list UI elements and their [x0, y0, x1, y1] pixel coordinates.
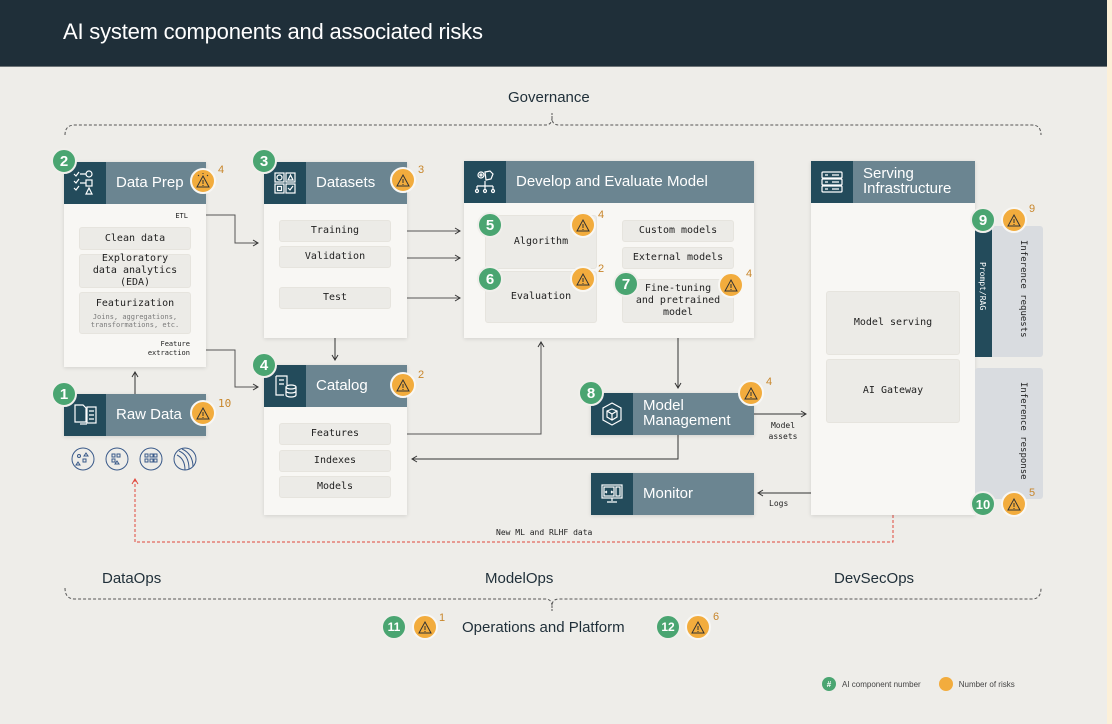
legend-component-icon: #: [822, 677, 836, 691]
inference-response-label: Inference response: [1018, 382, 1028, 480]
model-management-card[interactable]: Model Management: [591, 393, 754, 435]
data-prep-title: Data Prep: [116, 174, 184, 191]
test-item[interactable]: Test: [279, 287, 391, 309]
develop-evaluate-card[interactable]: Develop and Evaluate Model Algorithm Eva…: [464, 161, 754, 338]
feature-extraction-label: Feature extraction: [147, 340, 190, 357]
risk-count: 10: [218, 397, 232, 410]
operations-platform-label: Operations and Platform: [462, 619, 625, 636]
featurization-label: Featurization: [95, 297, 175, 309]
validation-item[interactable]: Validation: [279, 246, 391, 268]
develop-model-icon: [464, 161, 506, 203]
risk-count: 5: [1029, 487, 1036, 499]
legend-risk-label: Number of risks: [958, 679, 1015, 689]
monitor-card[interactable]: Monitor: [591, 473, 754, 515]
risk-count: 4: [598, 209, 605, 221]
component-number-7: 7: [613, 271, 639, 297]
component-number-11: 11: [381, 614, 407, 640]
unstructured-data-icon: [71, 447, 95, 471]
risk-count: 4: [218, 164, 225, 176]
inference-requests-label: Inference requests: [1018, 240, 1028, 338]
component-number-10: 10: [970, 491, 996, 517]
semi-structured-data-icon: [105, 447, 129, 471]
training-item[interactable]: Training: [279, 220, 391, 242]
legend-component-label: AI component number: [842, 679, 921, 689]
risk-warning-icon: [390, 372, 416, 398]
risk-warning-icon: [190, 400, 216, 426]
server-icon: [811, 161, 853, 203]
risk-count: 4: [746, 268, 753, 280]
model-serving-item[interactable]: Model serving: [826, 291, 960, 355]
raw-data-title: Raw Data: [116, 406, 182, 423]
component-number-9: 9: [970, 207, 996, 233]
eda-item[interactable]: Exploratory data analytics (EDA): [79, 253, 191, 288]
risk-warning-icon: [738, 380, 764, 406]
data-source-icons: [71, 447, 197, 471]
logs-label: Logs: [769, 499, 789, 508]
legend: # AI component number Number of risks: [822, 677, 1015, 691]
diagram-page: AI system components and associated risk…: [0, 0, 1107, 724]
streaming-data-icon: [173, 447, 197, 471]
risk-warning-icon: [190, 168, 216, 194]
datasets-card[interactable]: Datasets Training Validation Test: [264, 162, 407, 338]
models-item[interactable]: Models: [279, 476, 391, 498]
component-number-5: 5: [477, 212, 503, 238]
dataops-label: DataOps: [102, 570, 162, 587]
datasets-title: Datasets: [316, 174, 376, 191]
risk-count: 6: [713, 611, 720, 623]
risk-warning-icon: [412, 614, 438, 640]
risk-warning-icon: [570, 266, 596, 292]
etl-label: ETL: [175, 212, 188, 220]
features-item[interactable]: Features: [279, 423, 391, 445]
risk-warning-icon: [570, 212, 596, 238]
model-assets-label: Model assets: [768, 421, 798, 441]
component-number-1: 1: [51, 381, 77, 407]
monitor-icon: [591, 473, 633, 515]
risk-count: 2: [418, 369, 425, 381]
develop-title: Develop and Evaluate Model: [516, 173, 708, 190]
featurization-item[interactable]: Featurization Joins, aggregations, trans…: [79, 292, 191, 334]
component-number-3: 3: [251, 148, 277, 174]
component-number-4: 4: [251, 352, 277, 378]
serving-title: Serving Infrastructure: [863, 165, 952, 197]
risk-count: 9: [1029, 203, 1036, 215]
prompt-rag-label: Prompt/RAG: [978, 262, 987, 311]
component-number-2: 2: [51, 148, 77, 174]
risk-count: 4: [766, 376, 773, 388]
component-number-6: 6: [477, 266, 503, 292]
risk-warning-icon: [390, 167, 416, 193]
modelops-label: ModelOps: [485, 570, 554, 587]
component-number-8: 8: [578, 380, 604, 406]
custom-models-item[interactable]: Custom models: [622, 220, 734, 242]
risk-count: 3: [418, 164, 425, 176]
risk-count: 1: [439, 612, 446, 624]
serving-infrastructure-card[interactable]: Serving Infrastructure Model serving AI …: [811, 161, 975, 515]
risk-warning-icon: [685, 614, 711, 640]
catalog-title: Catalog: [316, 377, 368, 394]
governance-bracket: [64, 117, 1042, 136]
raw-data-card[interactable]: Raw Data: [64, 394, 206, 436]
risk-count: 2: [598, 263, 605, 275]
monitor-title: Monitor: [643, 485, 694, 502]
risk-warning-icon: [1001, 491, 1027, 517]
inference-response-panel: [975, 368, 1043, 499]
featurization-sub: Joins, aggregations, transformations, et…: [90, 312, 180, 329]
governance-label: Governance: [508, 89, 590, 106]
devsecops-label: DevSecOps: [834, 570, 915, 587]
ai-gateway-item[interactable]: AI Gateway: [826, 359, 960, 423]
clean-data-item[interactable]: Clean data: [79, 227, 191, 250]
indexes-item[interactable]: Indexes: [279, 450, 391, 472]
data-prep-card[interactable]: Data Prep ETL Clean data Exploratory dat…: [64, 162, 206, 367]
catalog-card[interactable]: Catalog Features Indexes Models: [264, 365, 407, 515]
model-management-title: Model Management: [643, 397, 731, 429]
component-number-12: 12: [655, 614, 681, 640]
risk-warning-icon: [1001, 207, 1027, 233]
risk-warning-icon: [718, 272, 744, 298]
feedback-label: New ML and RLHF data: [496, 528, 593, 537]
legend-risk-icon: [938, 677, 953, 691]
ops-bracket: [64, 587, 1042, 607]
external-models-item[interactable]: External models: [622, 247, 734, 269]
structured-data-icon: [139, 447, 163, 471]
